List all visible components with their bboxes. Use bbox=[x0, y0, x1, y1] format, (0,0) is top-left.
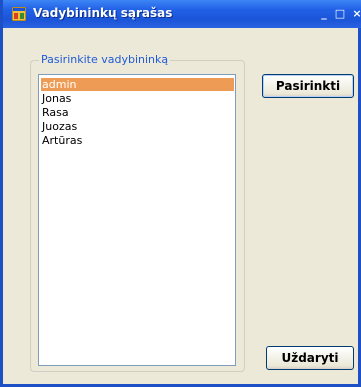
list-item-jonas[interactable]: Jonas bbox=[41, 92, 234, 105]
close-button[interactable]: Uždaryti bbox=[266, 346, 354, 370]
window-title: Vadybininkų sąrašas bbox=[33, 6, 173, 20]
groupbox-label: Pasirinkite vadybininką bbox=[39, 53, 171, 66]
list-item-arturas[interactable]: Artūras bbox=[41, 134, 234, 147]
minimize-button[interactable]: _ bbox=[317, 8, 331, 20]
window: Vadybininkų sąrašas _ □ × Pasirinkite va… bbox=[0, 0, 361, 387]
list-item-juozas[interactable]: Juozas bbox=[41, 120, 234, 133]
list-item-admin[interactable]: admin bbox=[41, 78, 234, 91]
list-item-rasa[interactable]: Rasa bbox=[41, 106, 234, 119]
manager-listbox[interactable]: admin Jonas Rasa Juozas Artūras bbox=[38, 74, 236, 366]
app-window-icon bbox=[12, 7, 26, 21]
title-bar[interactable]: Vadybininkų sąrašas _ □ × bbox=[3, 0, 361, 28]
close-window-button[interactable]: × bbox=[350, 8, 361, 20]
maximize-button[interactable]: □ bbox=[333, 8, 347, 20]
select-button[interactable]: Pasirinkti bbox=[262, 74, 354, 98]
